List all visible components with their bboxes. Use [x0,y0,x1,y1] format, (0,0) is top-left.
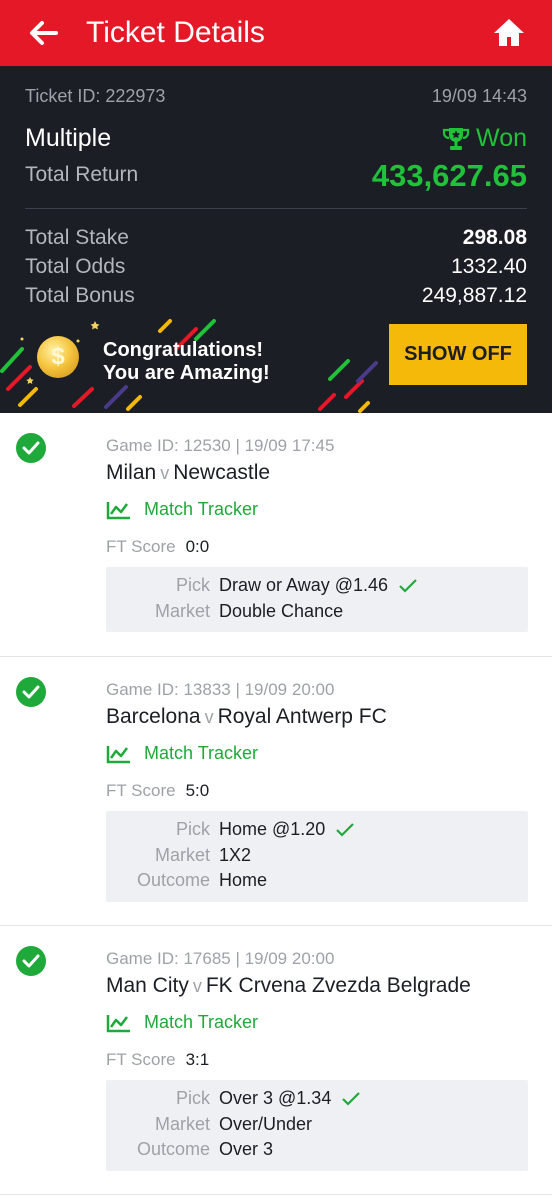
game-id: Game ID: 12530 | 19/09 17:45 [106,436,335,455]
pick-value: Draw or Away @1.46 [219,575,389,595]
market-label: Market [154,845,210,865]
check-circle-icon [16,946,46,976]
home-icon[interactable] [492,16,526,50]
divider [25,208,527,209]
total-stake-label: Total Stake [25,226,129,249]
market-label: Market [154,1114,210,1134]
pick-details: Pick Home @1.20 Market 1X2 Outcome Home [106,811,528,902]
pick-value-wrap: Home @1.20 [219,819,355,840]
chart-line-icon [106,1014,130,1032]
match-tracker-label: Match Tracker [144,1012,259,1032]
game-card: Game ID: 13833 | 19/09 20:00 Barcelona v R… [0,657,552,926]
pick-label: Pick [175,1088,210,1108]
check-circle-icon [16,677,46,707]
match-tracker-label: Match Tracker [144,499,259,519]
ft-score: FT Score 3:1 [106,1050,209,1070]
outcome-row: Outcome Over 3 [106,1139,528,1163]
ft-score-label: FT Score [106,781,176,800]
pick-value: Over 3 @1.34 [219,1088,332,1108]
total-return-value: 433,627.65 [371,158,527,193]
game-id: Game ID: 13833 | 19/09 20:00 [106,680,335,699]
pick-value-wrap: Draw or Away @1.46 [219,575,418,596]
market-row: Market 1X2 [106,845,528,869]
ticket-summary: Ticket ID: 222973 19/09 14:43 Multiple W… [0,66,552,413]
pick-value: Home @1.20 [219,819,326,839]
total-stake-value: 298.08 [462,226,527,249]
market-value: Over/Under [219,1114,313,1134]
total-odds-value: 1332.40 [451,255,527,278]
pick-details: Pick Draw or Away @1.46 Market Double Ch… [106,567,528,632]
game-id: Game ID: 17685 | 19/09 20:00 [106,949,335,968]
outcome-value: Over 3 [219,1139,274,1159]
game-card: Game ID: 17685 | 19/09 20:00 Man City v FK… [0,926,552,1195]
checkmark-icon [342,1091,361,1106]
match-tracker-label: Match Tracker [144,743,259,763]
pick-label: Pick [175,575,210,595]
total-bonus-value: 249,887.12 [421,284,527,307]
congrats-line-1: Congratulations! [103,339,263,361]
ft-score-value: 5:0 [185,781,210,800]
bet-type: Multiple [25,124,112,152]
app-header: Ticket Details [0,0,552,66]
chart-line-icon [106,745,130,763]
pick-row: Pick Over 3 @1.34 [106,1088,528,1112]
checkmark-icon [399,578,417,593]
trophy-icon [442,127,470,150]
ticket-date: 19/09 14:43 [431,86,527,106]
show-off-button[interactable]: SHOW OFF [389,324,527,385]
versus: v [192,976,202,996]
market-value: 1X2 [219,845,252,865]
total-odds-label: Total Odds [25,255,126,278]
match-tracker-link[interactable]: Match Tracker [106,499,258,520]
congrats-line-2: You are Amazing! [103,362,270,384]
away-team: FK Crvena Zvezda Belgrade [205,974,471,997]
outcome-label: Outcome [136,1139,210,1159]
market-label: Market [154,601,210,621]
pick-details: Pick Over 3 @1.34 Market Over/Under Outc… [106,1080,528,1171]
match-tracker-link[interactable]: Match Tracker [106,743,258,764]
outcome-value: Home [219,870,268,890]
away-team: Newcastle [173,461,271,484]
game-card: Game ID: 12530 | 19/09 17:45 Milan v Newca… [0,413,552,657]
pick-value-wrap: Over 3 @1.34 [219,1088,361,1109]
status-badge: Won [442,124,527,153]
pick-row: Pick Draw or Away @1.46 [106,575,528,599]
total-bonus-label: Total Bonus [25,284,135,307]
ft-score-value: 0:0 [185,537,210,556]
back-arrow-icon[interactable] [26,16,60,50]
congrats-text: Congratulations! You are Amazing! [103,339,270,385]
coin-icon: $ [37,336,79,378]
pick-label: Pick [175,819,210,839]
versus: v [204,707,214,727]
home-team: Milan [106,461,157,484]
ticket-id: Ticket ID: 222973 [25,86,166,106]
total-return-label: Total Return [25,163,139,186]
pick-row: Pick Home @1.20 [106,819,528,843]
match-tracker-link[interactable]: Match Tracker [106,1012,258,1033]
market-row: Market Double Chance [106,601,528,625]
chart-line-icon [106,501,130,519]
ft-score: FT Score 0:0 [106,537,209,557]
checkmark-icon [336,822,355,837]
status-text: Won [476,124,527,152]
market-row: Market Over/Under [106,1114,528,1138]
check-circle-icon [16,433,46,463]
home-team: Man City [106,974,189,997]
match-teams: Milan v Newcastle [106,461,270,485]
market-value: Double Chance [219,601,344,621]
ft-score-value: 3:1 [185,1050,210,1069]
outcome-row: Outcome Home [106,870,528,894]
outcome-label: Outcome [136,870,210,890]
away-team: Royal Antwerp FC [217,705,387,728]
ft-score: FT Score 5:0 [106,781,209,801]
page-title: Ticket Details [86,16,265,49]
ft-score-label: FT Score [106,1050,176,1069]
match-teams: Barcelona v Royal Antwerp FC [106,705,387,729]
ft-score-label: FT Score [106,537,176,556]
match-teams: Man City v FK Crvena Zvezda Belgrade [106,974,471,998]
home-team: Barcelona [106,705,201,728]
versus: v [160,463,170,483]
